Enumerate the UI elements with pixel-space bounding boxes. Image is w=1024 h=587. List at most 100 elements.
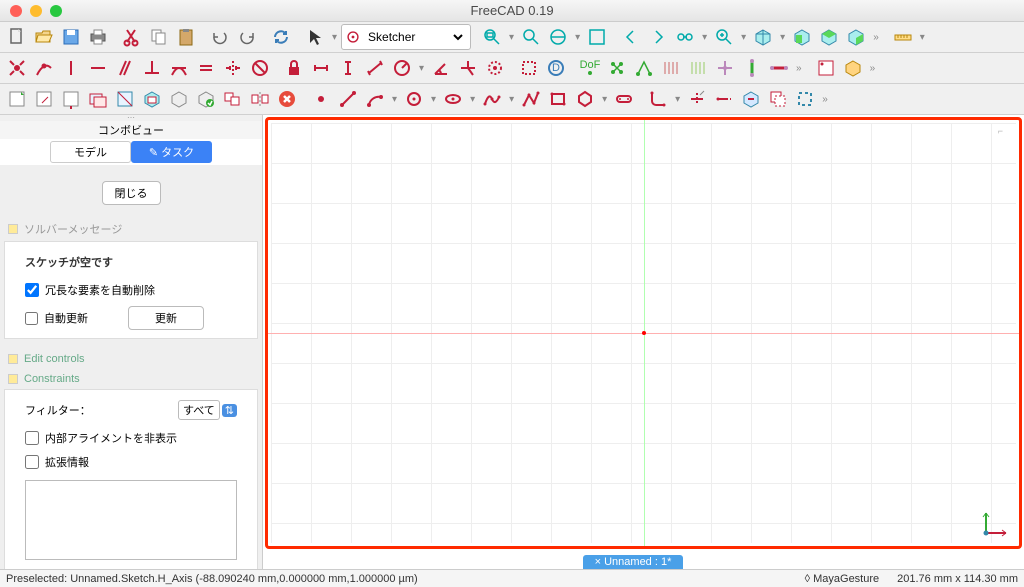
close-tab-icon[interactable]: ×	[595, 556, 601, 568]
update-button[interactable]: 更新	[128, 306, 204, 330]
copy-icon[interactable]	[146, 24, 172, 50]
select-origin-icon[interactable]	[712, 55, 738, 81]
workbench-selector[interactable]: Sketcher	[341, 24, 471, 50]
bspline-icon[interactable]	[479, 86, 505, 112]
fillet-icon[interactable]	[645, 86, 671, 112]
bounding-box-icon[interactable]	[584, 24, 610, 50]
nav-forward-icon[interactable]	[645, 24, 671, 50]
viewport-3d[interactable]: ⌐ × Unnamed : 1*	[263, 115, 1024, 569]
undo-icon[interactable]	[207, 24, 233, 50]
chevron-down-icon[interactable]: ▾	[389, 94, 400, 105]
filter-select[interactable]: すべて	[178, 400, 220, 420]
more-icon[interactable]: »	[867, 63, 879, 74]
toggle-construction-icon[interactable]	[516, 55, 542, 81]
rectangle-icon[interactable]	[545, 86, 571, 112]
constrain-internal-icon[interactable]	[482, 55, 508, 81]
print-icon[interactable]	[85, 24, 111, 50]
filter-dropdown-icon[interactable]: ⇅	[222, 404, 237, 417]
edit-sketch-icon[interactable]	[31, 86, 57, 112]
constrain-radius-icon[interactable]	[389, 55, 415, 81]
chevron-down-icon[interactable]: ▾	[672, 94, 683, 105]
constrain-equal-icon[interactable]	[193, 55, 219, 81]
chevron-down-icon[interactable]: ▾	[329, 32, 340, 43]
circle-icon[interactable]	[401, 86, 427, 112]
sketch-origin[interactable]	[642, 331, 646, 335]
constrain-perpendicular-icon[interactable]	[139, 55, 165, 81]
leave-sketch-icon[interactable]	[58, 86, 84, 112]
ext-info-checkbox[interactable]	[25, 455, 39, 469]
iso-view-icon[interactable]	[750, 24, 776, 50]
zoom-all-icon[interactable]	[711, 24, 737, 50]
chevron-down-icon[interactable]: ▾	[917, 32, 928, 43]
line-icon[interactable]	[335, 86, 361, 112]
refresh-icon[interactable]	[268, 24, 294, 50]
tab-model[interactable]: モデル	[50, 141, 131, 163]
show-hide-icon[interactable]	[685, 55, 711, 81]
constrain-block-icon[interactable]	[247, 55, 273, 81]
tab-task[interactable]: ✎ タスク	[131, 141, 212, 163]
edit-controls-header[interactable]: Edit controls	[0, 349, 262, 369]
reorient-icon[interactable]	[166, 86, 192, 112]
solver-section-header[interactable]: ソルバーメッセージ	[0, 217, 262, 241]
constrain-point-on-icon[interactable]	[31, 55, 57, 81]
select-dof-icon[interactable]: DoF	[577, 55, 603, 81]
chevron-down-icon[interactable]: ▾	[738, 32, 749, 43]
workbench-select[interactable]: Sketcher	[364, 29, 466, 45]
close-button[interactable]: 閉じる	[102, 181, 161, 205]
more-icon[interactable]: »	[793, 63, 805, 74]
front-view-icon[interactable]	[789, 24, 815, 50]
validate-icon[interactable]	[193, 86, 219, 112]
view-sketch-icon[interactable]	[85, 86, 111, 112]
stop-icon[interactable]	[274, 86, 300, 112]
chevron-down-icon[interactable]: ▾	[467, 94, 478, 105]
more-icon[interactable]: »	[819, 94, 831, 105]
merge-icon[interactable]	[220, 86, 246, 112]
constrain-vdist-icon[interactable]	[335, 55, 361, 81]
document-tab[interactable]: × Unnamed : 1*	[583, 555, 684, 569]
polygon-icon[interactable]	[572, 86, 598, 112]
top-view-icon[interactable]	[816, 24, 842, 50]
sketch-icon[interactable]	[813, 55, 839, 81]
chevron-down-icon[interactable]: ▾	[572, 32, 583, 43]
constrain-distance-icon[interactable]	[362, 55, 388, 81]
select-haxis-icon[interactable]	[766, 55, 792, 81]
save-file-icon[interactable]	[58, 24, 84, 50]
constrain-lock-icon[interactable]	[281, 55, 307, 81]
zoom-fit-icon[interactable]	[479, 24, 505, 50]
toggle-const-icon[interactable]	[792, 86, 818, 112]
constrain-coincident-icon[interactable]	[4, 55, 30, 81]
auto-update-checkbox[interactable]	[25, 312, 38, 325]
select-constraints-icon[interactable]	[604, 55, 630, 81]
zoom-selection-icon[interactable]	[518, 24, 544, 50]
toggle-driving-icon[interactable]: D	[543, 55, 569, 81]
hide-alignment-checkbox[interactable]	[25, 431, 39, 445]
chevron-down-icon[interactable]: ▾	[599, 94, 610, 105]
constrain-angle-icon[interactable]	[428, 55, 454, 81]
constraints-header[interactable]: Constraints	[0, 369, 262, 389]
measure-icon[interactable]	[890, 24, 916, 50]
paste-icon[interactable]	[173, 24, 199, 50]
cut-icon[interactable]	[119, 24, 145, 50]
chevron-down-icon[interactable]: ▾	[506, 32, 517, 43]
point-icon[interactable]	[308, 86, 334, 112]
nav-style-button[interactable]: ◊ MayaGesture	[805, 573, 880, 585]
mirror-icon[interactable]	[247, 86, 273, 112]
part-icon[interactable]	[840, 55, 866, 81]
constrain-snell-icon[interactable]	[455, 55, 481, 81]
constrain-parallel-icon[interactable]	[112, 55, 138, 81]
extend-icon[interactable]	[711, 86, 737, 112]
arc-icon[interactable]	[362, 86, 388, 112]
constrain-vertical-icon[interactable]	[58, 55, 84, 81]
select-vaxis-icon[interactable]	[739, 55, 765, 81]
chevron-down-icon[interactable]: ▾	[699, 32, 710, 43]
constraints-list[interactable]	[25, 480, 237, 560]
more-icon[interactable]: »	[870, 32, 882, 43]
trim-icon[interactable]	[684, 86, 710, 112]
open-file-icon[interactable]	[31, 24, 57, 50]
slot-icon[interactable]	[611, 86, 637, 112]
chevron-down-icon[interactable]: ▾	[777, 32, 788, 43]
redo-icon[interactable]	[234, 24, 260, 50]
chevron-down-icon[interactable]: ▾	[506, 94, 517, 105]
view-section-icon[interactable]	[112, 86, 138, 112]
cursor-icon[interactable]	[302, 24, 328, 50]
